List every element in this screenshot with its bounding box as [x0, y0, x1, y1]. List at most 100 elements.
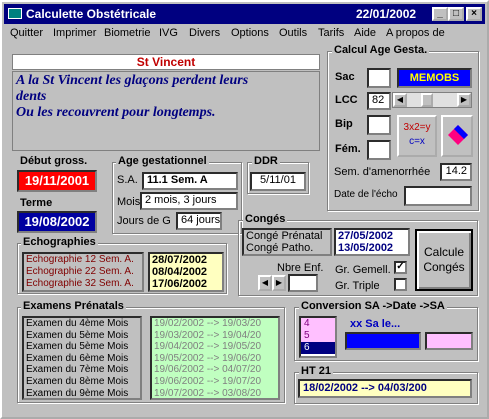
jours-value: 64 jours — [176, 212, 222, 230]
jours-label: Jours de G — [117, 215, 171, 227]
debut-title: Début gross. — [20, 155, 88, 167]
examen-item[interactable]: Examen du 5ème Mois — [26, 330, 140, 342]
title-bar: Calculette Obstétricale 22/01/2002 _ □ × — [4, 4, 485, 24]
app-icon — [8, 8, 22, 19]
sem-output: 14.2 — [440, 163, 472, 181]
triple-checkbox[interactable] — [394, 278, 407, 291]
conversion-list[interactable]: 4 5 6 — [299, 316, 337, 358]
conversion-title: Conversion SA ->Date ->SA — [299, 300, 447, 312]
bip-input[interactable] — [367, 115, 391, 135]
menu-outils[interactable]: Outils — [279, 27, 307, 39]
debut-date[interactable]: 19/11/2001 — [17, 170, 97, 192]
calcule-conges-button[interactable]: Calcule Congés — [415, 229, 473, 291]
lcc-slider[interactable]: ◀ ▶ — [392, 92, 472, 108]
eraser-button[interactable] — [441, 115, 473, 157]
calcul-title: Calcul Age Gesta. — [332, 44, 430, 56]
bip-label: Bip — [335, 118, 353, 130]
examens-ranges: 19/02/2002 --> 19/03/20 19/03/2002 --> 1… — [150, 316, 280, 400]
app-window: Calculette Obstétricale 22/01/2002 _ □ ×… — [0, 0, 489, 419]
conversion-sa-field[interactable] — [425, 332, 473, 350]
sem-label: Sem. d'amenorrhée — [334, 166, 431, 178]
conge-label: Congé Prénatal — [246, 230, 323, 242]
ht21-title: HT 21 — [299, 365, 333, 377]
examen-item[interactable]: Examen du 4ème Mois — [26, 318, 140, 330]
conge-label: Congé Patho. — [246, 242, 314, 254]
conges-dates: 27/05/2002 13/05/2002 — [334, 228, 410, 256]
examen-range: 19/07/2002 --> 03/08/20 — [154, 387, 262, 399]
lcc-input[interactable]: 82 — [367, 92, 391, 110]
age-title: Age gestationnel — [116, 155, 209, 167]
eraser-icon — [448, 125, 468, 145]
conversion-date-field[interactable] — [345, 332, 421, 350]
echography-item[interactable]: Echographie 12 Sem. A. — [26, 254, 142, 266]
memobs-badge[interactable]: MEMOBS — [397, 68, 472, 88]
menu-imprimer[interactable]: Imprimer — [53, 27, 96, 39]
maximize-button[interactable]: □ — [448, 7, 464, 21]
terme-date[interactable]: 19/08/2002 — [17, 211, 97, 233]
gemell-label: Gr. Gemell. — [335, 264, 391, 276]
slider-left-arrow-icon[interactable]: ◀ — [393, 93, 407, 107]
echographies-title: Echographies — [21, 236, 98, 248]
examen-item[interactable]: Examen du 5ème Mois — [26, 341, 140, 353]
sac-input[interactable] — [367, 68, 391, 88]
conge-date: 13/05/2002 — [338, 242, 394, 254]
mois-label: Mois — [117, 196, 141, 208]
echographies-list: Echographie 12 Sem. A. Echographie 22 Se… — [22, 252, 144, 292]
proverb-line: dents — [16, 89, 47, 104]
nbre-decrease-icon[interactable]: ◀ — [258, 275, 272, 291]
minimize-button[interactable]: _ — [432, 7, 448, 21]
examen-item[interactable]: Examen du 8ème Mois — [26, 376, 140, 388]
conversion-option-selected[interactable]: 6 — [301, 342, 335, 354]
lcc-label: LCC — [335, 94, 358, 106]
ht21-value: 18/02/2002 --> 04/03/200 — [298, 379, 472, 398]
window-title: Calculette Obstétricale — [26, 7, 157, 21]
close-button[interactable]: × — [466, 7, 482, 21]
fem-label: Fém. — [335, 143, 361, 155]
examen-item[interactable]: Examen du 6ème Mois — [26, 353, 140, 365]
conversion-option[interactable]: 4 — [301, 318, 335, 330]
echography-date: 28/07/2002 — [152, 254, 208, 266]
slider-thumb[interactable] — [421, 93, 433, 107]
menu-quitter[interactable]: Quitter — [10, 27, 43, 39]
echographies-dates: 28/07/2002 08/04/2002 17/06/2002 — [148, 252, 224, 292]
ddr-input[interactable]: 5/11/01 — [250, 172, 306, 191]
examen-range: 19/06/2002 --> 04/07/20 — [154, 364, 262, 376]
conge-date: 27/05/2002 — [338, 230, 394, 242]
fem-input[interactable] — [367, 140, 391, 160]
menu-ivg[interactable]: IVG — [159, 27, 178, 39]
echography-date: 17/06/2002 — [152, 278, 208, 290]
menu-options[interactable]: Options — [231, 27, 269, 39]
echo-date-input[interactable] — [404, 186, 472, 206]
examen-item[interactable]: Examen du 7ème Mois — [26, 364, 140, 376]
proverb-line: Ou les recouvrent pour longtemps. — [16, 105, 216, 120]
echography-item[interactable]: Echographie 32 Sem. A. — [26, 278, 142, 290]
conversion-text: xx Sa le... — [350, 318, 401, 330]
nbre-increase-icon[interactable]: ▶ — [272, 275, 286, 291]
saint-proverb: A la St Vincent les glaçons perdent leur… — [12, 71, 320, 151]
sa-value: 11.1 Sem. A — [142, 172, 238, 190]
examen-range: 19/05/2002 --> 19/06/20 — [154, 352, 262, 364]
menu-aide[interactable]: Aide — [354, 27, 376, 39]
mois-value: 2 mois, 3 jours — [140, 192, 238, 210]
proverb-line: A la St Vincent les glaçons perdent leur… — [16, 73, 249, 88]
menu-a-propos[interactable]: A propos de — [386, 27, 445, 39]
examens-list: Examen du 4ème Mois Examen du 5ème Mois … — [22, 316, 142, 400]
conversion-option[interactable]: 5 — [301, 330, 335, 342]
nbre-enf-input[interactable] — [288, 274, 318, 292]
examen-range: 19/03/2002 --> 19/04/20 — [154, 329, 262, 341]
formula-text: c=x — [409, 136, 425, 147]
echography-date: 08/04/2002 — [152, 266, 208, 278]
echography-item[interactable]: Echographie 22 Sem. A. — [26, 266, 142, 278]
menu-tarifs[interactable]: Tarifs — [318, 27, 344, 39]
sa-label: S.A. — [117, 174, 138, 186]
terme-title: Terme — [20, 197, 53, 209]
formula-text: 3x2=y — [403, 122, 431, 133]
examen-range: 19/02/2002 --> 19/03/20 — [154, 318, 262, 329]
calculate-button[interactable]: 3x2=y c=x — [397, 115, 437, 157]
nbre-enf-label: Nbre Enf. — [277, 262, 324, 274]
examen-item[interactable]: Examen du 9ème Mois — [26, 388, 140, 400]
slider-right-arrow-icon[interactable]: ▶ — [457, 93, 471, 107]
menu-divers[interactable]: Divers — [189, 27, 220, 39]
menu-biometrie[interactable]: Biometrie — [104, 27, 150, 39]
gemell-checkbox[interactable]: ✓ — [394, 261, 407, 274]
